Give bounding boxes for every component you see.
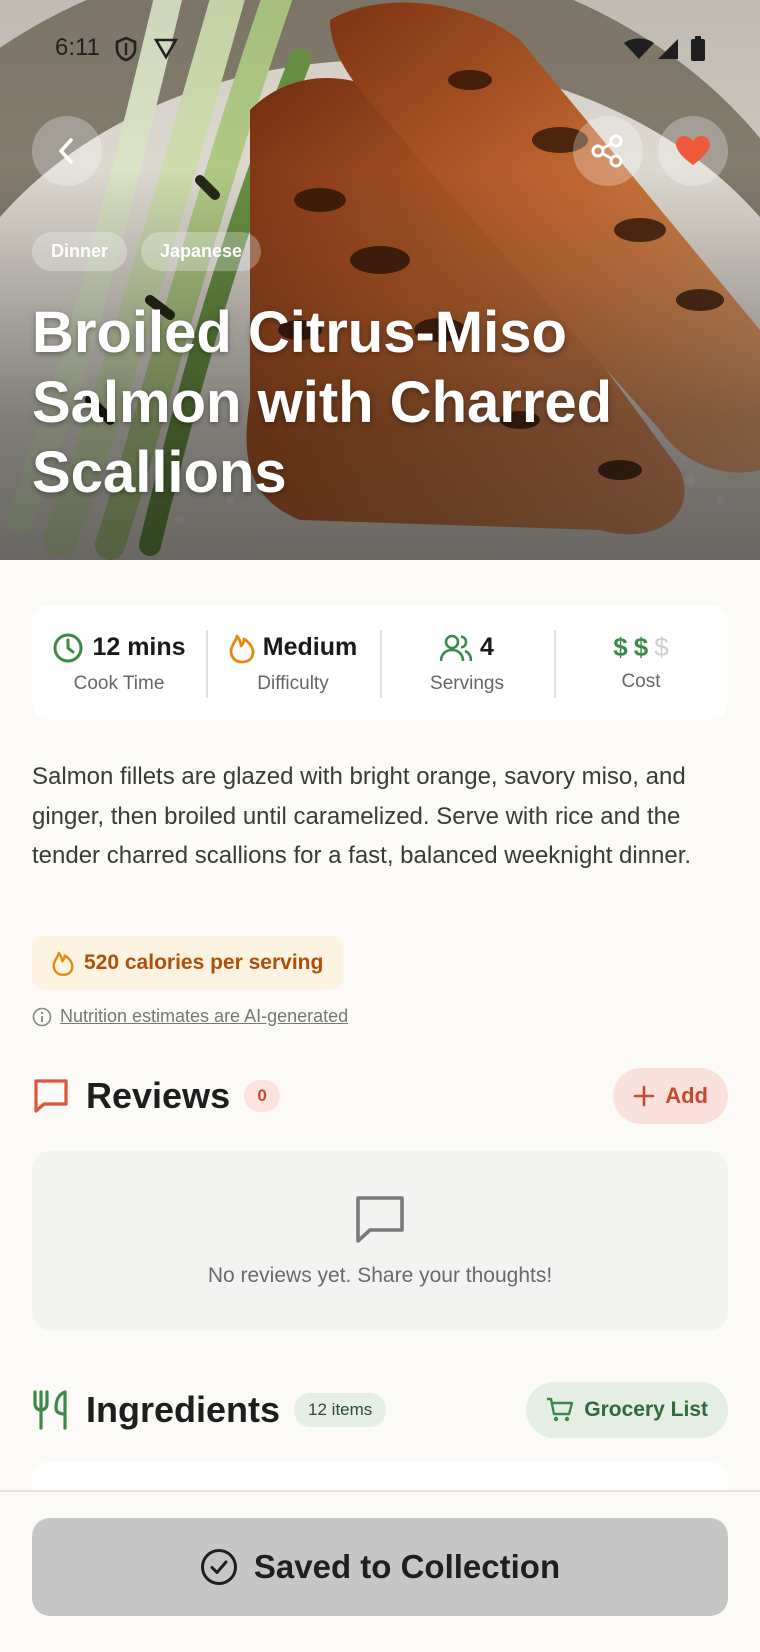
- grocery-list-button[interactable]: Grocery List: [526, 1382, 728, 1438]
- reviews-empty-text: No reviews yet. Share your thoughts!: [207, 1263, 553, 1287]
- stat-difficulty: Medium Difficulty: [206, 628, 380, 698]
- share-button[interactable]: [573, 116, 643, 186]
- calories-badge: 520 calories per serving: [32, 936, 344, 990]
- share-icon: [591, 134, 623, 168]
- servings-label: Servings: [430, 672, 504, 694]
- status-time: 6:11: [55, 34, 100, 61]
- stat-cost: $ $ $ Cost: [554, 628, 728, 698]
- cost-symbol-1: $: [613, 632, 628, 662]
- cost-label: Cost: [621, 670, 661, 692]
- reviews-count-badge: 0: [244, 1080, 281, 1112]
- info-icon: [32, 1007, 52, 1026]
- ingredients-count-badge: 12 items: [294, 1393, 387, 1427]
- calories-text: 520 calories per serving: [84, 951, 324, 974]
- reviews-title: Reviews: [86, 1075, 231, 1116]
- vpn-status-icon: [154, 38, 178, 60]
- people-icon: [440, 634, 473, 661]
- tag-japanese[interactable]: Japanese: [141, 232, 262, 271]
- plus-icon: [633, 1085, 655, 1107]
- back-button[interactable]: [32, 116, 102, 186]
- battery-icon: [691, 36, 705, 61]
- stat-cook-time: 12 mins Cook Time: [32, 628, 206, 698]
- save-button-label: Saved to Collection: [253, 1548, 561, 1585]
- heart-icon: [676, 136, 710, 165]
- recipe-detail-screen: 6:11 Dinner Japanese Broiled Citrus-Miso…: [0, 0, 760, 1652]
- reviews-header: Reviews 0 Add: [32, 1066, 728, 1126]
- check-circle-icon: [200, 1549, 237, 1585]
- utensils-icon: [33, 1390, 67, 1430]
- flame-icon: [229, 634, 255, 663]
- comment-icon: [356, 1195, 404, 1243]
- wifi-icon: [624, 38, 654, 59]
- cost-symbol-3: $: [654, 632, 669, 662]
- saved-to-collection-button[interactable]: Saved to Collection: [32, 1518, 728, 1616]
- difficulty-value: Medium: [262, 633, 358, 661]
- cost-symbol-2: $: [633, 632, 649, 662]
- tag-list: Dinner Japanese: [32, 232, 262, 271]
- ingredients-card: [32, 1462, 728, 1492]
- cell-signal-icon: [658, 39, 678, 59]
- status-bar: 6:11: [0, 30, 760, 66]
- stats-card: 12 mins Cook Time Medium Difficulty 4 Se…: [32, 605, 728, 720]
- clock-icon: [53, 633, 83, 662]
- bottom-action-bar: Saved to Collection: [0, 1490, 760, 1652]
- stat-servings: 4 Servings: [380, 628, 554, 698]
- recipe-description: Salmon fillets are glazed with bright or…: [32, 763, 692, 869]
- recipe-title: Broiled Citrus-Miso Salmon with Charred …: [32, 300, 613, 505]
- nutrition-note[interactable]: Nutrition estimates are AI-generated: [32, 1006, 348, 1027]
- cook-time-label: Cook Time: [73, 672, 165, 694]
- servings-value: 4: [480, 633, 494, 661]
- grocery-list-label: Grocery List: [584, 1398, 708, 1421]
- chevron-left-icon: [59, 138, 73, 164]
- ingredients-header: Ingredients 12 items Grocery List: [32, 1380, 728, 1440]
- add-review-label: Add: [665, 1083, 708, 1108]
- difficulty-label: Difficulty: [257, 672, 329, 694]
- shield-status-icon: [115, 36, 137, 62]
- tag-dinner[interactable]: Dinner: [32, 232, 128, 271]
- hero-image: 6:11 Dinner Japanese Broiled Citrus-Miso…: [0, 0, 760, 560]
- comment-icon: [34, 1079, 68, 1113]
- ingredients-title: Ingredients: [86, 1389, 281, 1430]
- cost-indicator: $ $ $: [613, 632, 669, 663]
- reviews-empty-state: No reviews yet. Share your thoughts!: [32, 1151, 728, 1330]
- cart-icon: [547, 1397, 574, 1422]
- nutrition-note-text: Nutrition estimates are AI-generated: [60, 1006, 349, 1026]
- favorite-button[interactable]: [658, 116, 728, 186]
- add-review-button[interactable]: Add: [613, 1068, 728, 1124]
- cook-time-value: 12 mins: [92, 633, 186, 661]
- flame-icon: [52, 951, 74, 977]
